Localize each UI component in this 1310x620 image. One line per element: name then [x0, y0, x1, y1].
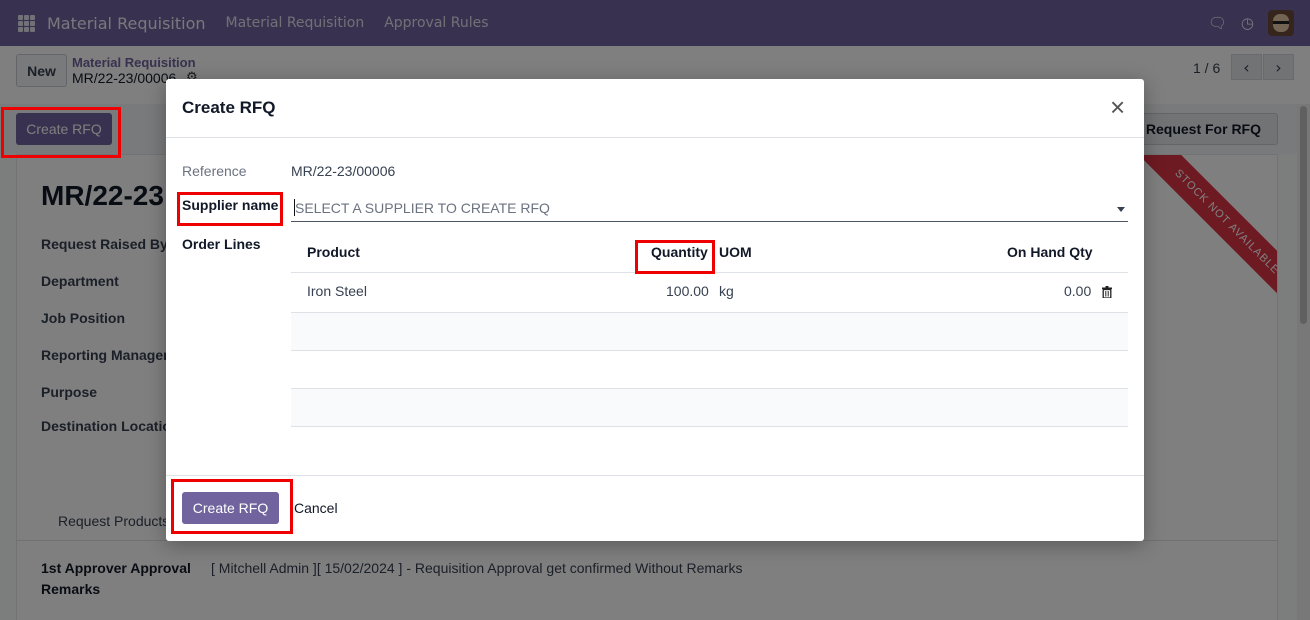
table-row[interactable] [291, 351, 1128, 389]
text-cursor [294, 199, 295, 216]
trash-icon[interactable] [1102, 286, 1112, 298]
column-quantity[interactable]: Quantity [651, 244, 708, 260]
create-rfq-dialog: Create RFQ × Reference MR/22-23/00006 Su… [166, 79, 1144, 541]
dialog-create-rfq-button[interactable]: Create RFQ [182, 492, 279, 524]
cell-uom[interactable]: kg [719, 283, 734, 299]
dialog-cancel-button[interactable]: Cancel [294, 500, 338, 516]
column-product[interactable]: Product [307, 244, 360, 260]
supplier-select[interactable]: SELECT A SUPPLIER TO CREATE RFQ [291, 196, 1128, 222]
reference-value: MR/22-23/00006 [291, 163, 396, 179]
reference-label: Reference [182, 163, 247, 179]
cell-quantity[interactable]: 100.00 [666, 283, 709, 299]
dialog-title: Create RFQ [182, 98, 276, 117]
column-on-hand-qty[interactable]: On Hand Qty [1007, 244, 1093, 260]
table-row[interactable] [291, 313, 1128, 351]
table-row[interactable] [291, 389, 1128, 427]
supplier-name-label: Supplier name [182, 197, 279, 213]
table-header: Product Quantity UOM On Hand Qty [291, 233, 1128, 273]
supplier-placeholder: SELECT A SUPPLIER TO CREATE RFQ [295, 200, 550, 216]
cell-product[interactable]: Iron Steel [307, 283, 367, 299]
column-uom[interactable]: UOM [719, 244, 752, 260]
close-icon[interactable]: × [1110, 93, 1125, 121]
cell-on-hand-qty: 0.00 [1064, 283, 1092, 299]
chevron-down-icon[interactable] [1117, 207, 1125, 212]
dialog-header: Create RFQ × [166, 79, 1144, 138]
table-row[interactable]: Iron Steel 100.00 kg 0.00 [291, 273, 1128, 313]
order-lines-label: Order Lines [182, 236, 261, 252]
